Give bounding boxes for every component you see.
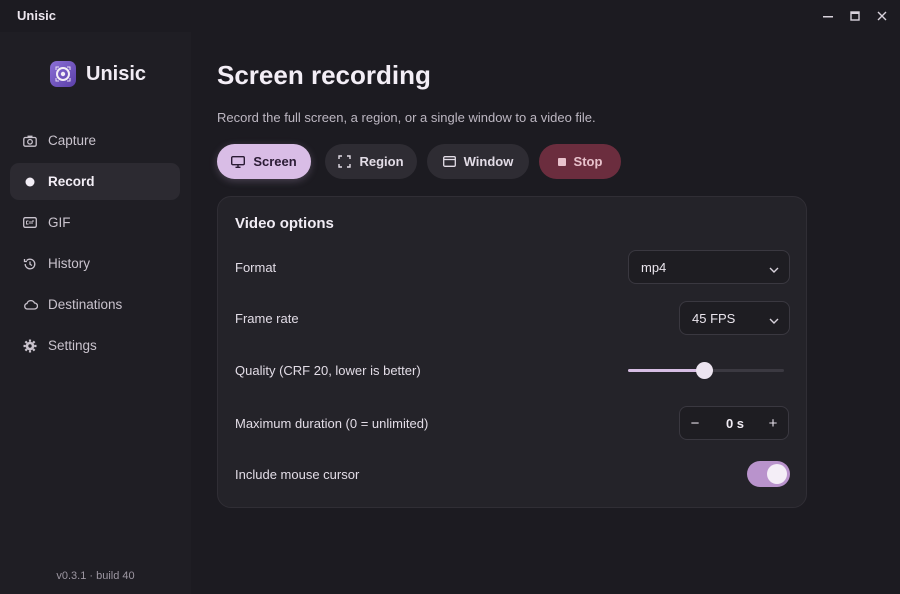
duration-stepper: − 0 s + xyxy=(679,406,789,440)
stop-label: Stop xyxy=(573,154,603,169)
cursor-label: Include mouse cursor xyxy=(235,467,360,482)
chevron-down-icon xyxy=(769,262,779,277)
sidebar-item-label: Settings xyxy=(48,338,97,353)
quality-slider[interactable] xyxy=(628,361,784,381)
brand-name: Unisic xyxy=(86,62,147,85)
sidebar-item-gif[interactable]: GIF xyxy=(10,204,180,241)
sidebar-item-label: Record xyxy=(48,174,95,189)
sidebar: Unisic Capture Record GIF History Destin… xyxy=(0,32,191,594)
frame-rate-select[interactable]: 45 FPS xyxy=(679,301,790,335)
chevron-down-icon xyxy=(769,313,779,328)
frame-rate-label: Frame rate xyxy=(235,311,299,326)
cloud-icon xyxy=(22,297,38,313)
video-options-card: Video options Format mp4 Frame rate 45 F… xyxy=(217,196,807,508)
gif-icon xyxy=(22,215,38,231)
monitor-icon xyxy=(231,155,246,168)
gear-icon xyxy=(22,338,38,354)
toggle-knob xyxy=(767,464,787,484)
window-mode-label: Window xyxy=(463,154,514,169)
title-bar: Unisic xyxy=(0,0,900,32)
slider-fill xyxy=(628,369,705,372)
duration-value[interactable]: 0 s xyxy=(710,407,760,439)
camera-icon xyxy=(22,133,38,149)
window-title: Unisic xyxy=(17,8,57,23)
increment-button[interactable]: + xyxy=(758,407,788,439)
stop-icon xyxy=(557,157,566,166)
brand: Unisic xyxy=(50,60,146,88)
history-icon xyxy=(22,256,38,272)
format-select[interactable]: mp4 xyxy=(628,250,790,284)
region-mode-button[interactable]: Region xyxy=(325,144,417,179)
sidebar-item-capture[interactable]: Capture xyxy=(10,122,180,159)
version-label: v0.3.1 · build 40 xyxy=(56,570,135,582)
sidebar-nav: Capture Record GIF History Destinations xyxy=(10,122,180,368)
maximize-icon[interactable] xyxy=(845,6,865,26)
decrement-button[interactable]: − xyxy=(680,407,710,439)
cursor-toggle[interactable] xyxy=(747,461,790,487)
page-title: Screen recording xyxy=(217,60,431,90)
app-logo-icon xyxy=(50,61,76,87)
sidebar-item-settings[interactable]: Settings xyxy=(10,327,180,364)
frame-rate-value: 45 FPS xyxy=(692,310,736,326)
sidebar-item-history[interactable]: History xyxy=(10,245,180,282)
sidebar-item-label: Capture xyxy=(48,133,97,148)
close-icon[interactable] xyxy=(872,6,892,26)
screen-mode-button[interactable]: Screen xyxy=(217,144,311,179)
screen-mode-label: Screen xyxy=(253,154,297,169)
max-duration-label: Maximum duration (0 = unlimited) xyxy=(235,416,429,431)
dot-icon xyxy=(22,174,38,190)
window-mode-button[interactable]: Window xyxy=(427,144,529,179)
slider-thumb[interactable] xyxy=(696,362,714,379)
minimize-icon[interactable] xyxy=(818,6,838,26)
format-value: mp4 xyxy=(641,259,667,275)
sidebar-item-record[interactable]: Record xyxy=(10,163,180,200)
format-label: Format xyxy=(235,260,277,275)
stop-button[interactable]: Stop xyxy=(539,144,621,179)
region-icon xyxy=(338,155,352,168)
card-title: Video options xyxy=(235,215,334,232)
sidebar-item-destinations[interactable]: Destinations xyxy=(10,286,180,323)
page-subtitle: Record the full screen, a region, or a s… xyxy=(217,110,596,125)
main-content: Screen recording Record the full screen,… xyxy=(191,32,900,594)
sidebar-item-label: Destinations xyxy=(48,297,123,312)
quality-label: Quality (CRF 20, lower is better) xyxy=(235,363,421,378)
window-icon xyxy=(442,156,456,167)
sidebar-item-label: GIF xyxy=(48,215,71,230)
region-mode-label: Region xyxy=(359,154,404,169)
sidebar-item-label: History xyxy=(48,256,91,271)
